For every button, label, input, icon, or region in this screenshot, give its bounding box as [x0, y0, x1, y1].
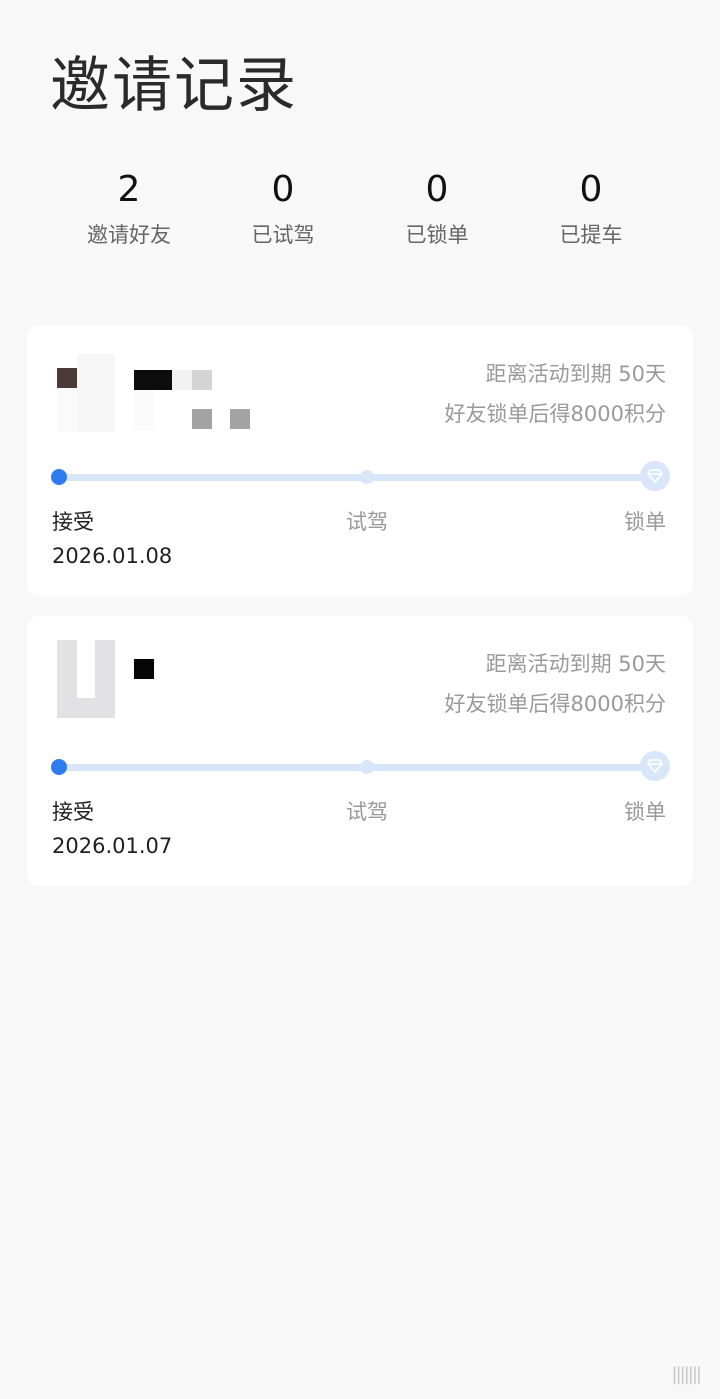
days-left-text: 距离活动到期 50天	[485, 652, 666, 676]
stat-value: 0	[579, 169, 603, 210]
invite-stats: 2 邀请好友 0 已试驾 0 已锁单 0 已提车	[52, 168, 668, 250]
stat-delivered[interactable]: 0 已提车	[514, 168, 668, 250]
record-info: 距离活动到期 50天 好友锁单后得8000积分	[445, 650, 666, 718]
avatar	[57, 640, 115, 718]
reward-text: 好友锁单后得8000积分	[444, 692, 666, 716]
stat-label: 已提车	[559, 223, 623, 247]
stat-value: 0	[271, 169, 295, 210]
progress-dot-accepted	[51, 759, 67, 775]
stat-value: 2	[117, 169, 141, 210]
stage-label-lock-order: 锁单	[624, 800, 666, 824]
stat-label: 邀请好友	[87, 223, 171, 247]
progress-dot-test-drive	[360, 470, 374, 484]
stat-value: 0	[425, 169, 449, 210]
stage-label-lock-order: 锁单	[624, 510, 666, 534]
progress-dot-accepted	[51, 469, 67, 485]
reward-text: 好友锁单后得8000积分	[444, 402, 666, 426]
progress-dot-test-drive	[360, 760, 374, 774]
stat-label: 已锁单	[405, 223, 469, 247]
stage-label-test-drive: 试驾	[346, 510, 388, 534]
stat-locked-orders[interactable]: 0 已锁单	[360, 168, 514, 250]
invite-record-card[interactable]: 距离活动到期 50天 好友锁单后得8000积分 接受 试驾 锁单 2026.01…	[27, 616, 693, 886]
accept-date: 2026.01.08	[52, 544, 173, 568]
diamond-icon	[647, 759, 663, 773]
name-mosaic	[134, 659, 154, 679]
accept-date: 2026.01.07	[52, 834, 173, 858]
invite-record-card[interactable]: 距离活动到期 50天 好友锁单后得8000积分 接受 试驾 锁单 2026.01…	[27, 326, 693, 596]
days-left-text: 距离活动到期 50天	[485, 362, 666, 386]
stage-label-test-drive: 试驾	[346, 800, 388, 824]
stat-test-driven[interactable]: 0 已试驾	[206, 168, 360, 250]
record-info: 距离活动到期 50天 好友锁单后得8000积分	[445, 360, 666, 428]
stage-label-accepted: 接受	[52, 510, 94, 534]
stat-invited-friends[interactable]: 2 邀请好友	[52, 168, 206, 250]
watermark: |||||||	[671, 1364, 702, 1385]
diamond-icon	[647, 469, 663, 483]
progress-end-node	[640, 461, 670, 491]
stage-label-accepted: 接受	[52, 800, 94, 824]
stat-label: 已试驾	[251, 223, 315, 247]
name-mosaic	[134, 370, 254, 430]
progress-end-node	[640, 751, 670, 781]
avatar	[57, 354, 115, 432]
page-title: 邀请记录	[50, 51, 298, 121]
